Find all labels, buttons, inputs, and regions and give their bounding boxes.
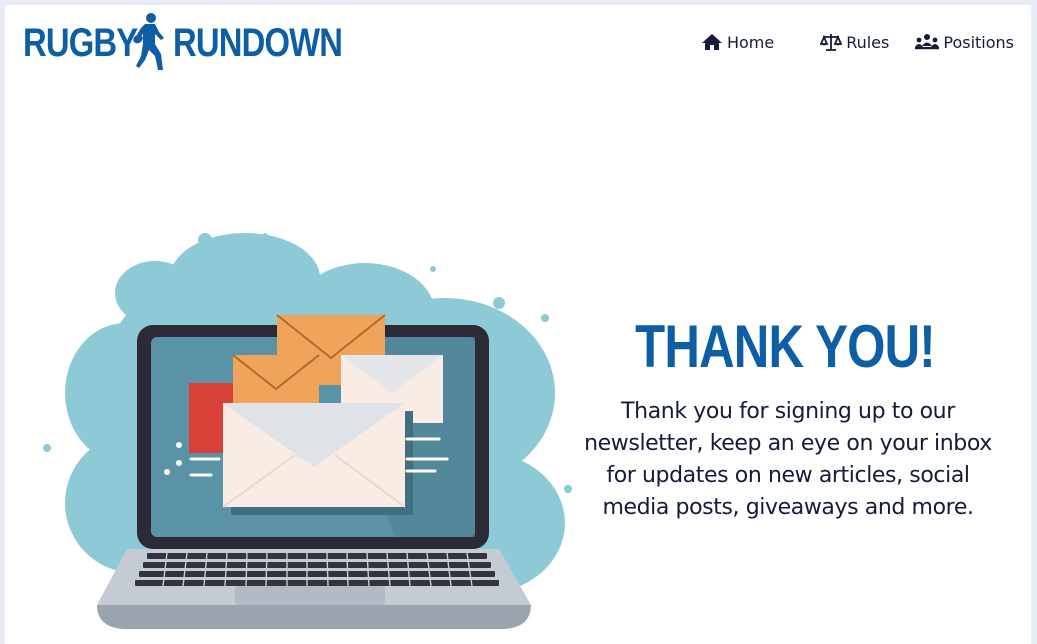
nav-rules[interactable]: Rules (820, 33, 889, 52)
thank-you-section: THANK YOU! Thank you for signing up to o… (565, 315, 1005, 524)
nav-home-label: Home (726, 32, 775, 52)
brand-word-rugby: RUGBY (23, 21, 138, 65)
nav-rules-label: Rules (846, 32, 890, 52)
nav-home[interactable]: Home (701, 33, 774, 52)
laptop-trackpad (235, 585, 385, 605)
page: RUGBY RUNDOWN Home Rules Positions THANK… (5, 5, 1031, 644)
nav-positions[interactable]: Positions (915, 33, 1014, 52)
scales-icon (820, 34, 843, 51)
brand-word-rundown: RUNDOWN (173, 21, 343, 65)
home-icon (701, 34, 722, 50)
brand-logo[interactable]: RUGBY RUNDOWN (23, 11, 343, 75)
white-envelope-large (222, 403, 413, 515)
nav-positions-label: Positions (943, 32, 1014, 52)
laptop-envelopes-illustration (43, 233, 572, 629)
page-title: THANK YOU! (635, 313, 936, 380)
thank-you-message: Thank you for signing up to our newslett… (584, 399, 992, 520)
main-nav: Home Rules Positions (701, 27, 1031, 57)
people-group-icon (915, 34, 940, 50)
